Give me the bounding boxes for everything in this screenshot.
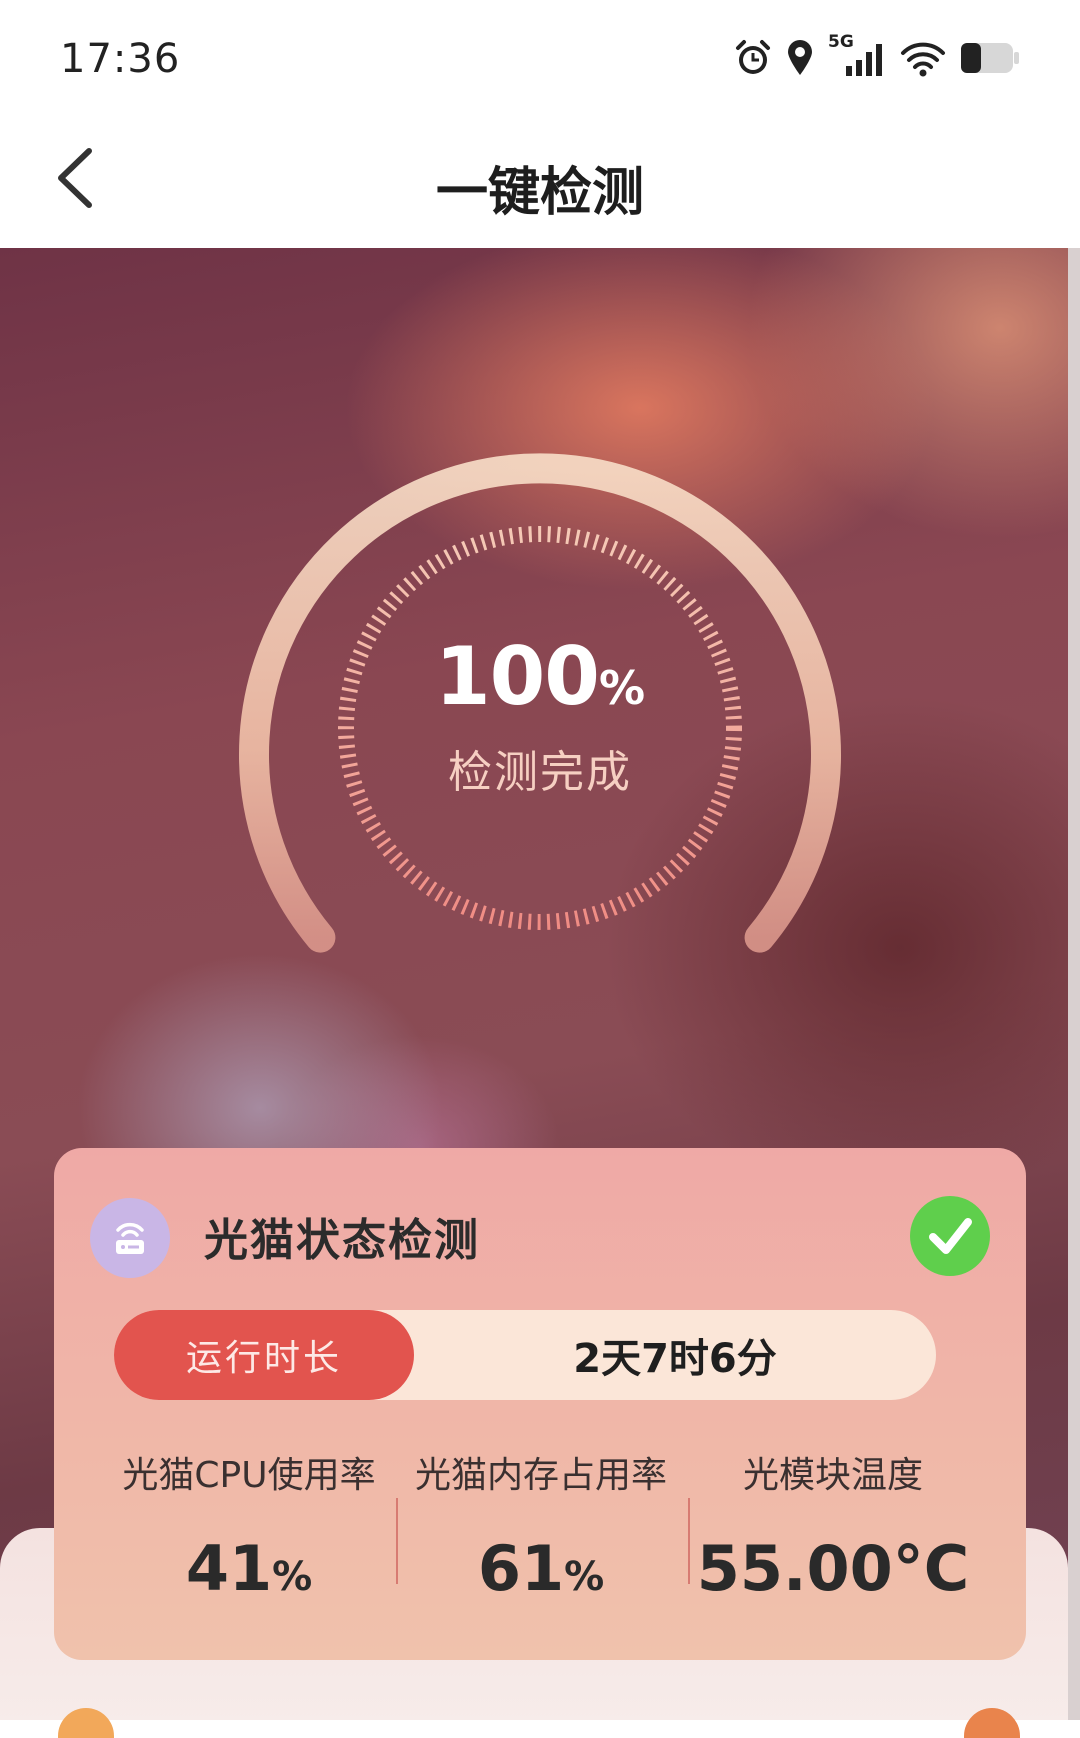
modem-status-card[interactable]: 光猫状态检测 运行时长 2天7时6分 光猫CPU使用率 41% 光猫内存占用率 … <box>54 1148 1026 1660</box>
metrics-row: 光猫CPU使用率 41% 光猫内存占用率 61% 光模块温度 55.00°C <box>104 1446 976 1616</box>
wifi-icon <box>900 39 946 77</box>
router-icon <box>90 1198 170 1278</box>
runtime-value: 2天7时6分 <box>573 1336 777 1382</box>
status-time: 17:36 <box>60 36 181 82</box>
metric-unit: % <box>272 1554 313 1600</box>
metric-value: 41% <box>104 1532 394 1605</box>
location-icon <box>786 39 814 77</box>
signal-icon: 5G <box>828 32 886 78</box>
metric-value: 55.00°C <box>688 1532 978 1605</box>
status-bar: 17:36 5G <box>0 0 1080 120</box>
progress-unit: % <box>598 661 646 715</box>
metric-cpu: 光猫CPU使用率 41% <box>104 1446 394 1616</box>
progress-number: 100 <box>434 630 600 723</box>
metric-number: 61 <box>477 1532 565 1605</box>
metric-number: 55.00°C <box>696 1532 970 1605</box>
card-title: 光猫状态检测 <box>204 1215 480 1266</box>
metric-label: 光猫CPU使用率 <box>122 1455 376 1496</box>
gauge-graphic <box>239 453 841 953</box>
status-icons: 5G <box>734 32 1020 78</box>
metric-memory: 光猫内存占用率 61% <box>396 1446 686 1616</box>
metric-label: 光模块温度 <box>742 1455 923 1496</box>
metric-unit: % <box>564 1554 605 1600</box>
page-title: 一键检测 <box>435 163 644 223</box>
scroll-edge <box>1068 248 1080 1720</box>
check-icon <box>910 1196 990 1276</box>
alarm-icon <box>734 39 772 77</box>
progress-status: 检测完成 <box>448 747 632 798</box>
app-header: 一键检测 <box>0 120 1080 248</box>
gauge-tick-ring <box>338 526 742 930</box>
runtime-label: 运行时长 <box>114 1310 414 1400</box>
metric-number: 41 <box>185 1532 273 1605</box>
runtime-pill: 运行时长 2天7时6分 <box>114 1310 936 1400</box>
progress-value: 100% <box>230 630 850 723</box>
metric-value: 61% <box>396 1532 686 1605</box>
metric-temperature: 光模块温度 55.00°C <box>688 1446 978 1616</box>
battery-icon <box>960 40 1020 76</box>
metric-label: 光猫内存占用率 <box>414 1455 667 1496</box>
progress-gauge: 100% 检测完成 <box>230 418 850 1038</box>
detection-hero: 100% 检测完成 光猫状态检测 运行时长 2天7时6分 光猫CPU使用率 41… <box>0 248 1068 1720</box>
